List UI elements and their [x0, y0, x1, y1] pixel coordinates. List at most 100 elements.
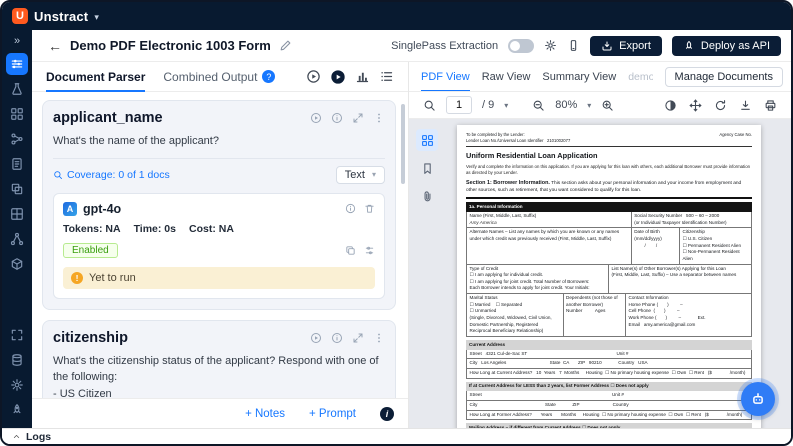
- pdf-former-street: Street Unit #: [467, 391, 751, 400]
- run-prompt-icon[interactable]: [310, 332, 322, 344]
- pdf-other-borrowers-cell: List Name(s) of Other Borrower(s) Applyi…: [609, 265, 751, 294]
- edit-title-icon[interactable]: [279, 39, 292, 52]
- print-icon[interactable]: [764, 99, 777, 112]
- tab-document-parser[interactable]: Document Parser: [46, 62, 145, 91]
- sidebar-item-prompt-studio[interactable]: [6, 53, 28, 75]
- database-icon: [10, 353, 24, 367]
- sidebar-item-fullscreen[interactable]: [6, 324, 28, 346]
- run-all-filled-icon[interactable]: [330, 69, 346, 85]
- deploy-as-api-button[interactable]: Deploy as API: [672, 36, 781, 56]
- assistant-chat-button[interactable]: [741, 382, 775, 416]
- mobile-preview-icon[interactable]: [567, 39, 580, 52]
- prompt-card-applicant-name: applicant_name What's the name of the ap…: [42, 100, 396, 310]
- thumbnails-icon[interactable]: [416, 129, 438, 151]
- sidebar-item-settings[interactable]: [6, 374, 28, 396]
- sidebar-item-workflows[interactable]: [6, 128, 28, 150]
- coverage-chart-icon[interactable]: [355, 69, 370, 84]
- sidebar-item-deployments[interactable]: [6, 253, 28, 275]
- zoom-select-chevron-icon[interactable]: ▾: [587, 101, 591, 110]
- brand-chevron-icon[interactable]: ▾: [94, 12, 99, 23]
- add-prompt-link[interactable]: + Prompt: [309, 408, 356, 420]
- sidebar-item-documents[interactable]: [6, 153, 28, 175]
- tab-combined-output[interactable]: Combined Output ?: [163, 62, 275, 91]
- sidebar: »: [2, 30, 32, 428]
- export-button[interactable]: Export: [590, 36, 662, 56]
- pdf-marital-cell: Marital Status ☐ Married ☐ Separated ☐ U…: [467, 294, 564, 336]
- page-number-input[interactable]: 1: [446, 96, 472, 114]
- tab-summary-view[interactable]: Summary View: [542, 62, 616, 91]
- pdf-former-howlong: How Long at Former Address? Years Months…: [467, 411, 751, 420]
- zoom-level[interactable]: 80%: [555, 99, 577, 111]
- scrollbar[interactable]: [401, 104, 405, 184]
- info-circle-icon[interactable]: [380, 407, 394, 421]
- pdf-bar-1a: 1a. Personal Information: [466, 202, 752, 212]
- zoom-out-icon[interactable]: [532, 99, 545, 112]
- bot-icon: [749, 390, 767, 408]
- add-notes-link[interactable]: + Notes: [245, 408, 285, 420]
- pdf-toolbar: 1 / 9 ▾ 80% ▾: [409, 92, 791, 119]
- back-button[interactable]: ←: [48, 38, 62, 54]
- pdf-page[interactable]: To be completed by the Lender: Lender Lo…: [457, 125, 761, 428]
- more-icon[interactable]: [373, 112, 385, 124]
- expand-corners-icon: [10, 328, 24, 342]
- page-title: Demo PDF Electronic 1003 Form: [70, 38, 271, 53]
- pan-icon[interactable]: [689, 99, 702, 112]
- output-type-select[interactable]: Text ▾: [336, 166, 385, 184]
- rotate-icon[interactable]: [714, 99, 727, 112]
- export-icon: [601, 40, 613, 52]
- sidebar-item-playground[interactable]: [6, 78, 28, 100]
- prompt-list: applicant_name What's the name of the ap…: [32, 92, 408, 398]
- tab-pdf-view[interactable]: PDF View: [421, 62, 470, 91]
- pdf-form-intro: Verify and complete the information on t…: [466, 164, 752, 176]
- warning-icon: [71, 272, 83, 284]
- sidebar-item-deploy[interactable]: [6, 399, 28, 421]
- logs-bar[interactable]: Logs: [2, 428, 791, 444]
- singlepass-toggle[interactable]: [508, 39, 534, 53]
- tab-raw-view[interactable]: Raw View: [482, 62, 531, 91]
- sidebar-item-tables[interactable]: [6, 203, 28, 225]
- prompt-title: citizenship: [53, 330, 128, 346]
- document-icon: [10, 157, 24, 171]
- manage-documents-button[interactable]: Manage Documents: [665, 67, 783, 87]
- page-total: / 9: [482, 99, 494, 111]
- download-icon[interactable]: [739, 99, 752, 112]
- sidebar-item-tools[interactable]: [6, 178, 28, 200]
- attachments-icon[interactable]: [416, 185, 438, 207]
- pdf-credit-type-cell: Type of Credit ☐ I am applying for indiv…: [467, 265, 609, 294]
- prompt-option: - US Citizen: [53, 386, 385, 399]
- enabled-badge: Enabled: [63, 243, 118, 258]
- grid-icon: [10, 107, 24, 121]
- settings-gear-icon[interactable]: [544, 39, 557, 52]
- page-select-chevron-icon[interactable]: ▾: [504, 101, 508, 110]
- run-all-prompts-icon[interactable]: [306, 69, 321, 84]
- network-icon: [10, 232, 24, 246]
- search-icon: [53, 170, 63, 180]
- contrast-icon[interactable]: [664, 99, 677, 112]
- more-icon[interactable]: [373, 332, 385, 344]
- info-icon[interactable]: [331, 332, 343, 344]
- time-taken: Time: 0s: [134, 223, 176, 235]
- coverage-link[interactable]: Coverage: 0 of 1 docs: [53, 169, 170, 181]
- expand-icon[interactable]: [352, 112, 364, 124]
- zoom-in-icon[interactable]: [601, 99, 614, 112]
- llm-info-icon[interactable]: [345, 203, 356, 214]
- search-icon[interactable]: [423, 99, 436, 112]
- layers-icon: [10, 182, 24, 196]
- llm-settings-icon[interactable]: [364, 245, 375, 256]
- sidebar-item-apps[interactable]: [6, 103, 28, 125]
- run-prompt-icon[interactable]: [310, 112, 322, 124]
- llm-delete-icon[interactable]: [364, 203, 375, 214]
- prompt-list-icon[interactable]: [379, 69, 394, 84]
- help-badge[interactable]: ?: [262, 70, 275, 83]
- sliders-icon: [10, 57, 24, 71]
- expand-icon[interactable]: [352, 332, 364, 344]
- sidebar-item-pipelines[interactable]: [6, 228, 28, 250]
- prompt-question[interactable]: What's the name of the applicant?: [53, 133, 385, 150]
- sidebar-item-data[interactable]: [6, 349, 28, 371]
- bookmarks-icon[interactable]: [416, 157, 438, 179]
- info-icon[interactable]: [331, 112, 343, 124]
- prompt-question[interactable]: What's the citizenship status of the app…: [53, 353, 385, 399]
- sidebar-expand-icon[interactable]: »: [14, 33, 20, 51]
- pdf-current-city: City Los Angeles State CA ZIP 90210 Coun…: [467, 359, 751, 368]
- copy-icon[interactable]: [345, 245, 356, 256]
